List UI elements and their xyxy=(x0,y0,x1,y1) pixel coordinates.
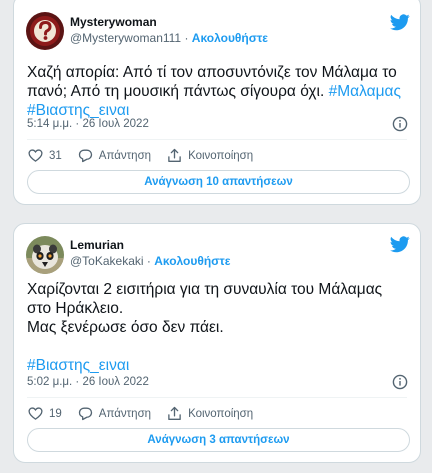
info-icon[interactable] xyxy=(392,116,408,132)
hashtag-link[interactable]: #Βιαστης_ειναι xyxy=(27,357,129,374)
avatar[interactable] xyxy=(26,12,64,50)
like-count: 31 xyxy=(49,149,62,162)
timestamp[interactable]: 5:02 μ.μ. · 26 Ιουλ 2022 xyxy=(27,376,149,388)
hashtag-link[interactable]: #Μαλαμας xyxy=(329,83,401,100)
divider xyxy=(27,139,407,140)
tweet-text: Χαζή απορία: Από τί τον αποσυντόνιζε τον… xyxy=(27,63,406,120)
tweet-text-segment: πανό; Από τη μουσική πάντως σίγουρα όχι. xyxy=(27,83,325,100)
separator: · xyxy=(184,31,189,45)
reply-label: Απάντηση xyxy=(98,149,152,162)
heart-icon xyxy=(28,149,43,162)
handle-row: @Mysterywoman111 · Ακολουθήστε xyxy=(70,31,268,45)
action-bar: 19 Απάντηση Κοινοποίηση xyxy=(28,406,269,421)
like-button[interactable]: 31 xyxy=(28,148,62,163)
share-label: Κοινοποίηση xyxy=(188,149,254,162)
lemur-avatar-icon xyxy=(26,236,64,274)
timestamp[interactable]: 5:14 μ.μ. · 26 Ιουλ 2022 xyxy=(27,118,149,130)
tweet-text: Χαρίζονται 2 εισιτήρια για τη συναυλία τ… xyxy=(27,280,406,375)
reply-bubble-icon xyxy=(78,149,92,163)
like-count: 19 xyxy=(49,407,62,420)
divider xyxy=(27,397,407,398)
share-icon xyxy=(168,148,181,162)
heart-icon xyxy=(28,407,43,420)
reply-button[interactable]: Απάντηση xyxy=(78,406,151,421)
share-label: Κοινοποίηση xyxy=(188,407,254,420)
read-replies-button[interactable]: Ανάγνωση 10 απαντήσεων xyxy=(27,170,410,194)
tweet-text-line: Μας ξενέρωσε όσο δεν πάει. xyxy=(27,319,224,336)
info-icon[interactable] xyxy=(392,374,408,390)
share-button[interactable]: Κοινοποίηση xyxy=(167,406,253,421)
read-replies-button[interactable]: Ανάγνωση 3 απαντήσεων xyxy=(27,428,410,452)
twitter-bird-icon[interactable] xyxy=(390,14,410,31)
follow-button[interactable]: Ακολουθήστε xyxy=(192,31,268,45)
twitter-bird-icon[interactable] xyxy=(390,236,410,253)
action-bar: 31 Απάντηση Κοινοποίηση xyxy=(28,148,269,163)
handle[interactable]: @ToKakekaki xyxy=(70,254,144,268)
avatar[interactable] xyxy=(26,236,64,274)
handle-row: @ToKakekaki · Ακολουθήστε xyxy=(70,254,230,268)
tweet-text-line: Χαζή απορία: Από τί τον αποσυντόνιζε τον… xyxy=(27,64,397,81)
display-name[interactable]: Lemurian xyxy=(70,238,124,252)
hashtag-link[interactable]: #Βιαστης_ειναι xyxy=(27,102,129,119)
tweet-card-mysterywoman[interactable]: Mysterywoman @Mysterywoman111 · Ακολουθή… xyxy=(13,0,421,205)
tweet-card-lemurian[interactable]: Lemurian @ToKakekaki · Ακολουθήστε Χαρίζ… xyxy=(13,223,421,463)
share-icon xyxy=(168,406,181,420)
tweet-text-line: στο Ηράκλειο. xyxy=(27,300,124,317)
tweet-text-line-with-tag: πανό; Από τη μουσική πάντως σίγουρα όχι.… xyxy=(27,82,406,101)
like-button[interactable]: 19 xyxy=(28,406,62,421)
reply-label: Απάντηση xyxy=(98,407,152,420)
reply-bubble-icon xyxy=(78,407,92,421)
tweet-text-line-tag: #Βιαστης_ειναι xyxy=(27,356,406,375)
reply-button[interactable]: Απάντηση xyxy=(78,148,151,163)
question-mark-avatar-icon xyxy=(26,12,64,50)
follow-button[interactable]: Ακολουθήστε xyxy=(154,254,230,268)
tweet-text-line: Χαρίζονται 2 εισιτήρια για τη συναυλία τ… xyxy=(27,281,383,298)
separator: · xyxy=(146,254,151,268)
display-name[interactable]: Mysterywoman xyxy=(70,15,157,29)
handle[interactable]: @Mysterywoman111 xyxy=(70,31,181,45)
share-button[interactable]: Κοινοποίηση xyxy=(167,148,253,163)
